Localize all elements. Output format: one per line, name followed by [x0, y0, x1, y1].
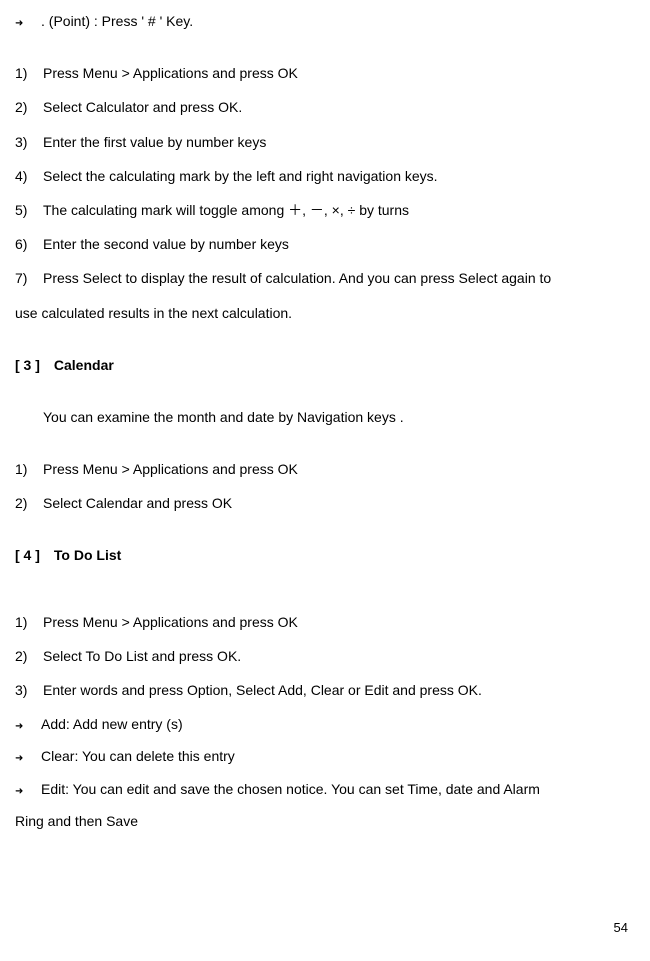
calc-step-1: 1) Press Menu > Applications and press O… [15, 57, 635, 89]
bullet-text: . (Point) : Press ' # ' Key. [41, 5, 193, 37]
calendar-intro: You can examine the month and date by Na… [43, 401, 635, 433]
bullet-text: Add: Add new entry (s) [41, 708, 183, 740]
todo-bullet-edit-wrap: Ring and then Save [15, 805, 635, 837]
calendar-step-2: 2) Select Calendar and press OK [15, 487, 635, 519]
calc-step-4: 4) Select the calculating mark by the le… [15, 160, 635, 192]
step-text: Press Menu > Applications and press OK [43, 606, 635, 638]
calc-step-7: 7) Press Select to display the result of… [15, 262, 635, 294]
arrow-icon: ➜ [15, 780, 33, 803]
step-text: Enter words and press Option, Select Add… [43, 674, 635, 706]
step-number: 2) [15, 487, 43, 519]
calc-step-5: 5) The calculating mark will toggle amon… [15, 194, 635, 226]
step-number: 2) [15, 640, 43, 672]
calc-step-7-wrap: use calculated results in the next calcu… [15, 297, 635, 329]
step-number: 3) [15, 674, 43, 706]
step-text: Enter the second value by number keys [43, 228, 635, 260]
todo-bullet-add: ➜ Add: Add new entry (s) [15, 708, 635, 740]
bullet-text: Clear: You can delete this entry [41, 740, 235, 772]
step-number: 1) [15, 57, 43, 89]
section-number: [ 3 ] [15, 349, 40, 381]
spacer [15, 592, 635, 606]
step-text: Press Menu > Applications and press OK [43, 57, 635, 89]
step-text: Press Select to display the result of ca… [43, 262, 635, 294]
step-text: Select To Do List and press OK. [43, 640, 635, 672]
step-number: 7) [15, 262, 43, 294]
arrow-icon: ➜ [15, 715, 33, 738]
bullet-point-key: ➜ . (Point) : Press ' # ' Key. [15, 5, 635, 37]
section-3-heading: [ 3 ] Calendar [15, 349, 635, 381]
bullet-text: Edit: You can edit and save the chosen n… [41, 773, 540, 805]
step-number: 1) [15, 606, 43, 638]
section-title: Calendar [54, 349, 114, 381]
calendar-step-1: 1) Press Menu > Applications and press O… [15, 453, 635, 485]
calc-step-6: 6) Enter the second value by number keys [15, 228, 635, 260]
arrow-icon: ➜ [15, 12, 33, 35]
section-number: [ 4 ] [15, 539, 40, 571]
step-number: 4) [15, 160, 43, 192]
todo-step-3: 3) Enter words and press Option, Select … [15, 674, 635, 706]
step-number: 6) [15, 228, 43, 260]
step-number: 3) [15, 126, 43, 158]
page-number: 54 [614, 913, 628, 943]
todo-bullet-clear: ➜ Clear: You can delete this entry [15, 740, 635, 772]
step-text: Enter the first value by number keys [43, 126, 635, 158]
step-text: Select Calculator and press OK. [43, 91, 635, 123]
arrow-icon: ➜ [15, 747, 33, 770]
todo-bullet-edit: ➜ Edit: You can edit and save the chosen… [15, 773, 635, 805]
calc-step-2: 2) Select Calculator and press OK. [15, 91, 635, 123]
step-text: Press Menu > Applications and press OK [43, 453, 635, 485]
step-number: 5) [15, 194, 43, 226]
step-text: Select Calendar and press OK [43, 487, 635, 519]
step-text: Select the calculating mark by the left … [43, 160, 635, 192]
todo-step-1: 1) Press Menu > Applications and press O… [15, 606, 635, 638]
step-number: 1) [15, 453, 43, 485]
spacer [15, 37, 635, 57]
step-number: 2) [15, 91, 43, 123]
section-title: To Do List [54, 539, 121, 571]
step-text: The calculating mark will toggle among ＋… [43, 194, 635, 226]
section-4-heading: [ 4 ] To Do List [15, 539, 635, 571]
todo-step-2: 2) Select To Do List and press OK. [15, 640, 635, 672]
calc-step-3: 3) Enter the first value by number keys [15, 126, 635, 158]
